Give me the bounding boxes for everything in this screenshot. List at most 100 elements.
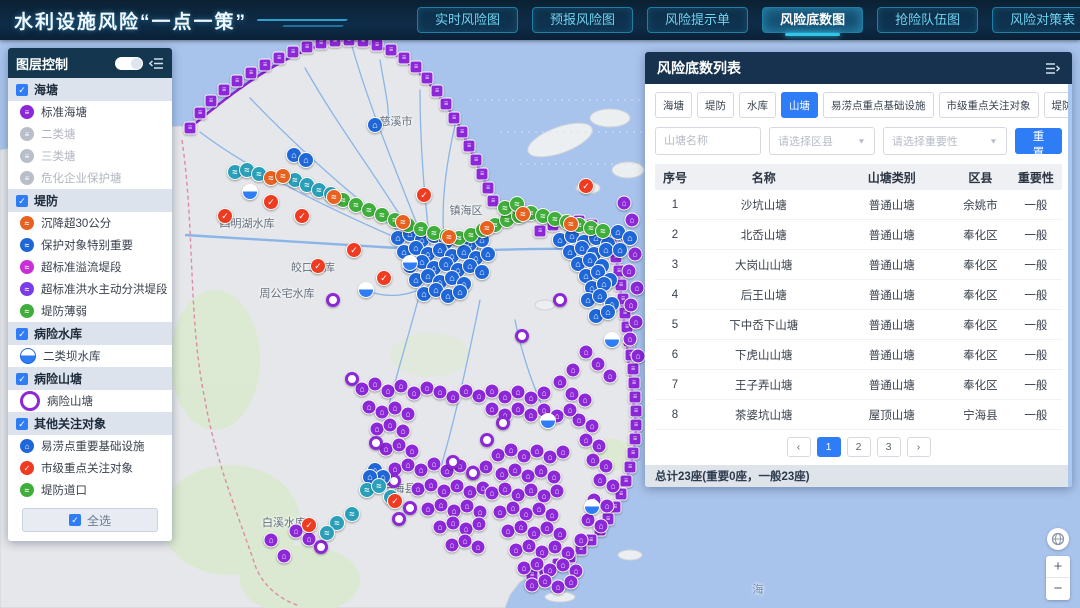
layer-item[interactable]: ≈超标准洪水主动分洪堤段	[8, 278, 172, 300]
levee-important-marker[interactable]: ⌂	[600, 304, 616, 320]
levee-important-marker[interactable]: ⌂	[298, 152, 314, 168]
pond-marker[interactable]: ⌂	[578, 393, 593, 408]
seawall-marker[interactable]: ≡	[184, 122, 197, 135]
risky-pond-ring-marker[interactable]	[466, 466, 480, 480]
table-row[interactable]: 5下中岙下山塘普通山塘奉化区一般	[655, 310, 1062, 340]
page-button[interactable]: 2	[847, 437, 871, 457]
pond-marker[interactable]: ⌂	[433, 385, 448, 400]
pond-marker[interactable]: ⌂	[566, 363, 581, 378]
city-focus-marker[interactable]: ✓	[376, 270, 392, 286]
nav-tab[interactable]: 风险提示单	[647, 7, 748, 33]
seawall-marker[interactable]: ≡	[482, 182, 495, 195]
section-checkbox[interactable]: ✓	[16, 373, 28, 385]
seawall-marker[interactable]: ≡	[628, 377, 641, 390]
layer-section-header[interactable]: ✓海塘	[8, 78, 172, 101]
city-focus-marker[interactable]: ✓	[301, 517, 317, 533]
seawall-marker[interactable]: ≡	[476, 168, 489, 181]
pond-marker[interactable]: ⌂	[485, 384, 500, 399]
seawall-marker[interactable]: ≡	[620, 475, 633, 488]
layer-item[interactable]: ≡标准海塘	[8, 101, 172, 123]
tab[interactable]: 山塘	[781, 92, 818, 118]
nav-tab[interactable]: 风险底数图	[762, 7, 863, 33]
tab[interactable]: 海塘	[655, 92, 692, 118]
city-focus-marker[interactable]: ✓	[217, 208, 233, 224]
pond-marker[interactable]: ⌂	[631, 349, 646, 364]
risky-pond-ring-marker[interactable]	[496, 416, 510, 430]
seawall-marker[interactable]: ≡	[440, 98, 453, 111]
pond-marker[interactable]: ⌂	[471, 540, 486, 555]
tab[interactable]: 易涝点重点基础设施	[823, 92, 934, 118]
section-checkbox[interactable]: ✓	[16, 418, 28, 430]
reservoir-marker[interactable]	[358, 282, 374, 298]
select-all-checkbox[interactable]: ✓	[69, 514, 81, 526]
layer-item[interactable]: ⌂易涝点重要基础设施	[8, 435, 172, 457]
pond-marker[interactable]: ⌂	[401, 407, 416, 422]
pond-marker[interactable]: ⌂	[550, 484, 565, 499]
seawall-marker[interactable]: ≡	[273, 52, 286, 65]
seawall-marker[interactable]: ≡	[385, 44, 398, 57]
reservoir-marker[interactable]	[540, 413, 556, 429]
collapse-panel-icon[interactable]	[149, 57, 164, 70]
layer-section-header[interactable]: ✓病险山塘	[8, 367, 172, 390]
pond-marker[interactable]: ⌂	[617, 196, 632, 211]
reservoir-marker[interactable]	[402, 255, 418, 271]
seawall-marker[interactable]: ≡	[231, 75, 244, 88]
pond-marker[interactable]: ⌂	[564, 575, 579, 590]
levee-overflow-marker[interactable]: ≈	[319, 525, 335, 541]
section-checkbox[interactable]: ✓	[16, 328, 28, 340]
pond-marker[interactable]: ⌂	[405, 444, 420, 459]
pond-marker[interactable]: ⌂	[606, 479, 621, 494]
seawall-marker[interactable]: ≡	[630, 419, 643, 432]
risky-pond-ring-marker[interactable]	[345, 372, 359, 386]
levee-important-marker[interactable]: ⌂	[367, 117, 383, 133]
risky-pond-ring-marker[interactable]	[480, 433, 494, 447]
levee-subsidence-marker[interactable]: ≈	[515, 206, 531, 222]
tab[interactable]: 市级重点关注对象	[939, 92, 1039, 118]
seawall-marker[interactable]: ≡	[205, 95, 218, 108]
seawall-marker[interactable]: ≡	[287, 46, 300, 59]
seawall-marker[interactable]: ≡	[448, 112, 461, 125]
pond-marker[interactable]: ⌂	[547, 470, 562, 485]
pond-marker[interactable]: ⌂	[574, 533, 589, 548]
layer-item[interactable]: ≈保护对象特别重要	[8, 234, 172, 256]
layer-item[interactable]: ≡危化企业保护塘	[8, 167, 172, 189]
pond-marker[interactable]: ⌂	[396, 424, 411, 439]
pond-marker[interactable]: ⌂	[446, 390, 461, 405]
seawall-marker[interactable]: ≡	[629, 433, 642, 446]
city-focus-marker[interactable]: ✓	[263, 194, 279, 210]
seawall-marker[interactable]: ≡	[470, 154, 483, 167]
pond-marker[interactable]: ⌂	[603, 369, 618, 384]
seawall-marker[interactable]: ≡	[431, 85, 444, 98]
pond-marker[interactable]: ⌂	[537, 386, 552, 401]
pond-marker[interactable]: ⌂	[625, 213, 640, 228]
pond-marker[interactable]: ⌂	[563, 403, 578, 418]
pond-marker[interactable]: ⌂	[553, 375, 568, 390]
page-button[interactable]: 1	[817, 437, 841, 457]
nav-tab[interactable]: 抢险队伍图	[877, 7, 978, 33]
risky-pond-ring-marker[interactable]	[403, 501, 417, 515]
locate-button[interactable]	[1047, 528, 1069, 550]
seawall-marker[interactable]: ≡	[371, 39, 384, 52]
pond-marker[interactable]: ⌂	[459, 384, 474, 399]
city-focus-marker[interactable]: ✓	[578, 178, 594, 194]
seawall-marker[interactable]: ≡	[463, 140, 476, 153]
layer-item[interactable]: ≈堤防薄弱	[8, 300, 172, 322]
collapse-list-icon[interactable]	[1045, 62, 1060, 75]
tab[interactable]: 水库	[739, 92, 776, 118]
pond-marker[interactable]: ⌂	[629, 315, 644, 330]
city-focus-marker[interactable]: ✓	[294, 208, 310, 224]
table-row[interactable]: 6下虎山山塘普通山塘奉化区一般	[655, 340, 1062, 370]
seawall-marker[interactable]: ≡	[456, 126, 469, 139]
levee-subsidence-marker[interactable]: ≈	[441, 229, 457, 245]
pond-marker[interactable]: ⌂	[624, 298, 639, 313]
pond-marker[interactable]: ⌂	[599, 459, 614, 474]
reservoir-marker[interactable]	[242, 184, 258, 200]
risky-pond-ring-marker[interactable]	[515, 329, 529, 343]
select-all-button[interactable]: ✓ 全选	[22, 508, 158, 532]
pond-marker[interactable]: ⌂	[498, 390, 513, 405]
page-prev-button[interactable]: ‹	[787, 437, 811, 457]
layer-item[interactable]: 病险山塘	[8, 390, 172, 412]
layer-item[interactable]: 二类坝水库	[8, 345, 172, 367]
seawall-marker[interactable]: ≡	[301, 41, 314, 54]
tab[interactable]: 堤防	[697, 92, 734, 118]
